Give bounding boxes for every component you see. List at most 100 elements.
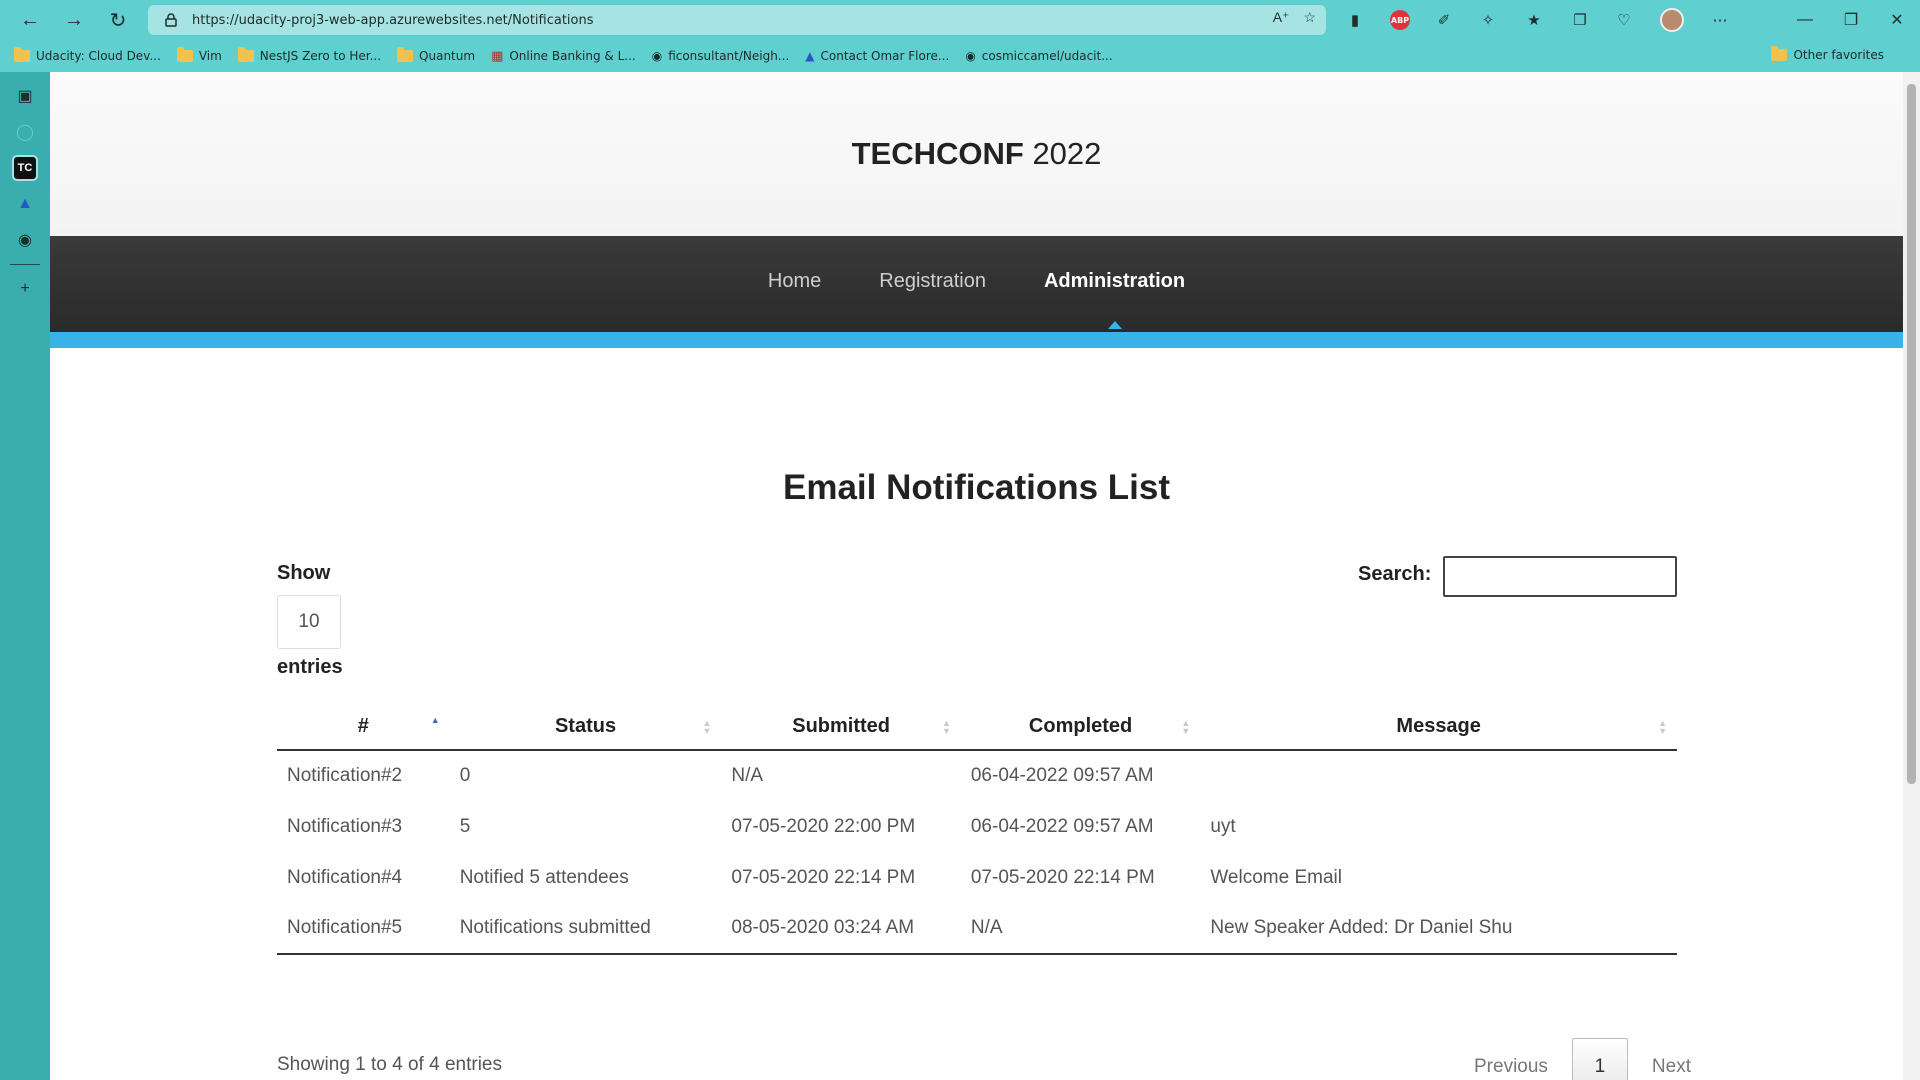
column-header-completed[interactable]: Completed ▲ ▼ <box>960 704 1201 751</box>
cell-submitted: 07-05-2020 22:00 PM <box>731 815 916 837</box>
column-header-submitted[interactable]: Submitted ▲ ▼ <box>721 704 961 751</box>
add-favorite-icon[interactable]: ☆ <box>1303 9 1316 26</box>
cell-status: 0 <box>459 765 471 786</box>
column-header-number[interactable]: # ▲ <box>277 704 450 751</box>
extensions-icon[interactable]: ✧ <box>1476 8 1500 32</box>
cell-submitted: N/A <box>731 765 764 786</box>
bookmark-item[interactable]: ▲ Contact Omar Flore... <box>805 49 949 63</box>
table-row: Notification#3 5 07-05-2020 22:00 PM 06-… <box>277 801 1677 852</box>
table-row: Notification#4 Notified 5 attendees 07-0… <box>277 852 1677 903</box>
next-page-button[interactable]: Next <box>1628 1056 1715 1078</box>
cell-status: 5 <box>459 815 471 837</box>
main-navigation: Home Registration Administration <box>50 236 1903 332</box>
profile-avatar[interactable] <box>1660 8 1684 32</box>
folder-icon <box>176 47 193 62</box>
web-page: TECHCONF 2022 Home Registration Administ… <box>50 72 1903 1080</box>
folder-icon <box>237 47 254 62</box>
read-aloud-icon[interactable]: A⁺ <box>1273 9 1290 26</box>
accent-bar <box>50 332 1903 348</box>
pen-extension-icon[interactable]: ✐ <box>1432 8 1456 32</box>
cell-status: Notifications submitted <box>449 903 722 955</box>
column-header-message[interactable]: Message ▲ ▼ <box>1200 704 1677 751</box>
cell-completed: 07-05-2020 22:14 PM <box>970 866 1155 888</box>
cell-completed: 06-04-2022 09:57 AM <box>970 765 1154 786</box>
vertical-tab-placeholder[interactable]: ◯ <box>0 114 50 150</box>
site-title[interactable]: TECHCONF 2022 <box>50 136 1903 172</box>
folder-icon <box>1771 46 1788 61</box>
close-icon[interactable]: ✕ <box>1874 0 1920 40</box>
sort-ascending-icon: ▲ <box>430 715 440 725</box>
github-icon: ◉ <box>965 49 976 63</box>
reading-view-icon[interactable]: ▮ <box>1343 8 1367 32</box>
cell-status: Notified 5 attendees <box>459 866 629 888</box>
sidebar-divider <box>10 264 40 265</box>
graduation-cap-icon: ▲ <box>805 49 815 63</box>
collections-icon[interactable]: ❐ <box>1568 8 1592 32</box>
entries-label: entries <box>277 656 343 678</box>
cell-number: Notification#3 <box>287 815 403 837</box>
bookmark-item[interactable]: Vim <box>176 47 222 63</box>
nav-administration[interactable]: Administration <box>1044 270 1185 329</box>
tab-actions-icon[interactable]: ▣ <box>0 78 50 114</box>
adblock-extension-icon[interactable]: ABP <box>1388 8 1412 32</box>
table-info: Showing 1 to 4 of 4 entries <box>277 1054 502 1075</box>
browser-toolbar: ← → ↻ https://udacity-proj3-web-app.azur… <box>0 0 1920 40</box>
cell-submitted: 07-05-2020 22:14 PM <box>731 866 916 888</box>
previous-page-button[interactable]: Previous <box>1450 1056 1572 1078</box>
table-row: Notification#5 Notifications submitted 0… <box>277 903 1677 955</box>
back-icon[interactable]: ← <box>10 0 50 40</box>
notifications-table: # ▲ Status ▲ ▼ Submitted ▲ ▼ Completed ▲ ▼ Mess… <box>277 704 1677 955</box>
bookmark-item[interactable]: ▦ Online Banking & L... <box>491 49 636 64</box>
bookmark-item[interactable]: Udacity: Cloud Dev... <box>14 47 161 63</box>
nav-home[interactable]: Home <box>768 270 821 293</box>
sort-icon: ▲ ▼ <box>1181 718 1191 736</box>
column-header-status[interactable]: Status ▲ ▼ <box>449 704 722 751</box>
search-label: Search: <box>1358 563 1432 585</box>
folder-icon <box>14 47 30 62</box>
bookmark-item[interactable]: Quantum <box>397 47 475 63</box>
vertical-tab-techconf[interactable]: TC <box>0 150 50 186</box>
address-bar[interactable]: https://udacity-proj3-web-app.azurewebsi… <box>148 5 1326 35</box>
other-favorites[interactable]: Other favorites <box>1771 46 1884 62</box>
reload-icon[interactable]: ↻ <box>98 0 138 40</box>
github-icon: ◉ <box>651 49 663 63</box>
page-length-select[interactable]: 10 <box>277 595 341 649</box>
page-scrollbar[interactable] <box>1903 72 1920 1080</box>
cell-message: Welcome Email <box>1210 866 1342 888</box>
cell-message: uyt <box>1210 815 1236 837</box>
minimize-icon[interactable]: — <box>1782 0 1828 40</box>
cell-number: Notification#4 <box>287 866 403 888</box>
table-row: Notification#2 0 N/A 06-04-2022 09:57 AM <box>277 750 1677 801</box>
browser-essentials-icon[interactable]: ♡ <box>1612 8 1636 32</box>
restore-icon[interactable]: ❐ <box>1828 0 1874 40</box>
page-title: Email Notifications List <box>783 468 1170 507</box>
cell-completed: N/A <box>960 903 1201 955</box>
lock-icon <box>156 13 186 27</box>
bookmark-item[interactable]: NestJS Zero to Her... <box>237 47 381 63</box>
cell-number: Notification#5 <box>277 903 450 955</box>
bank-icon: ▦ <box>491 48 504 64</box>
url-text: https://udacity-proj3-web-app.azurewebsi… <box>192 12 594 28</box>
favorites-icon[interactable]: ★ <box>1522 8 1546 32</box>
forward-icon[interactable]: → <box>54 0 94 40</box>
show-label: Show <box>277 562 331 584</box>
folder-icon <box>397 47 414 62</box>
sort-icon: ▲ ▼ <box>1658 718 1667 736</box>
sort-icon: ▲ ▼ <box>702 718 712 736</box>
azure-tab-icon[interactable]: ▲ <box>0 186 50 222</box>
bookmark-item[interactable]: ◉ ficonsultant/Neigh... <box>652 49 790 63</box>
search-input[interactable] <box>1443 556 1677 597</box>
nav-registration[interactable]: Registration <box>879 270 986 293</box>
cell-submitted: 08-05-2020 03:24 AM <box>721 903 961 955</box>
cell-number: Notification#2 <box>287 765 403 786</box>
bookmark-item[interactable]: ◉ cosmiccamel/udacit... <box>965 49 1112 63</box>
pagination: Previous 1 Next <box>1450 1038 1715 1080</box>
new-tab-icon[interactable]: + <box>0 271 50 307</box>
page-1-button[interactable]: 1 <box>1571 1038 1628 1080</box>
table-header-row: # ▲ Status ▲ ▼ Submitted ▲ ▼ Completed ▲ ▼ Mess… <box>277 704 1677 751</box>
github-tab-icon[interactable]: ◉ <box>0 222 50 258</box>
bookmarks-bar: Udacity: Cloud Dev... Vim NestJS Zero to… <box>0 40 1920 72</box>
sort-icon: ▲ ▼ <box>941 718 951 736</box>
more-options-icon[interactable]: ⋯ <box>1708 8 1732 32</box>
scrollbar-thumb[interactable] <box>1907 84 1916 784</box>
